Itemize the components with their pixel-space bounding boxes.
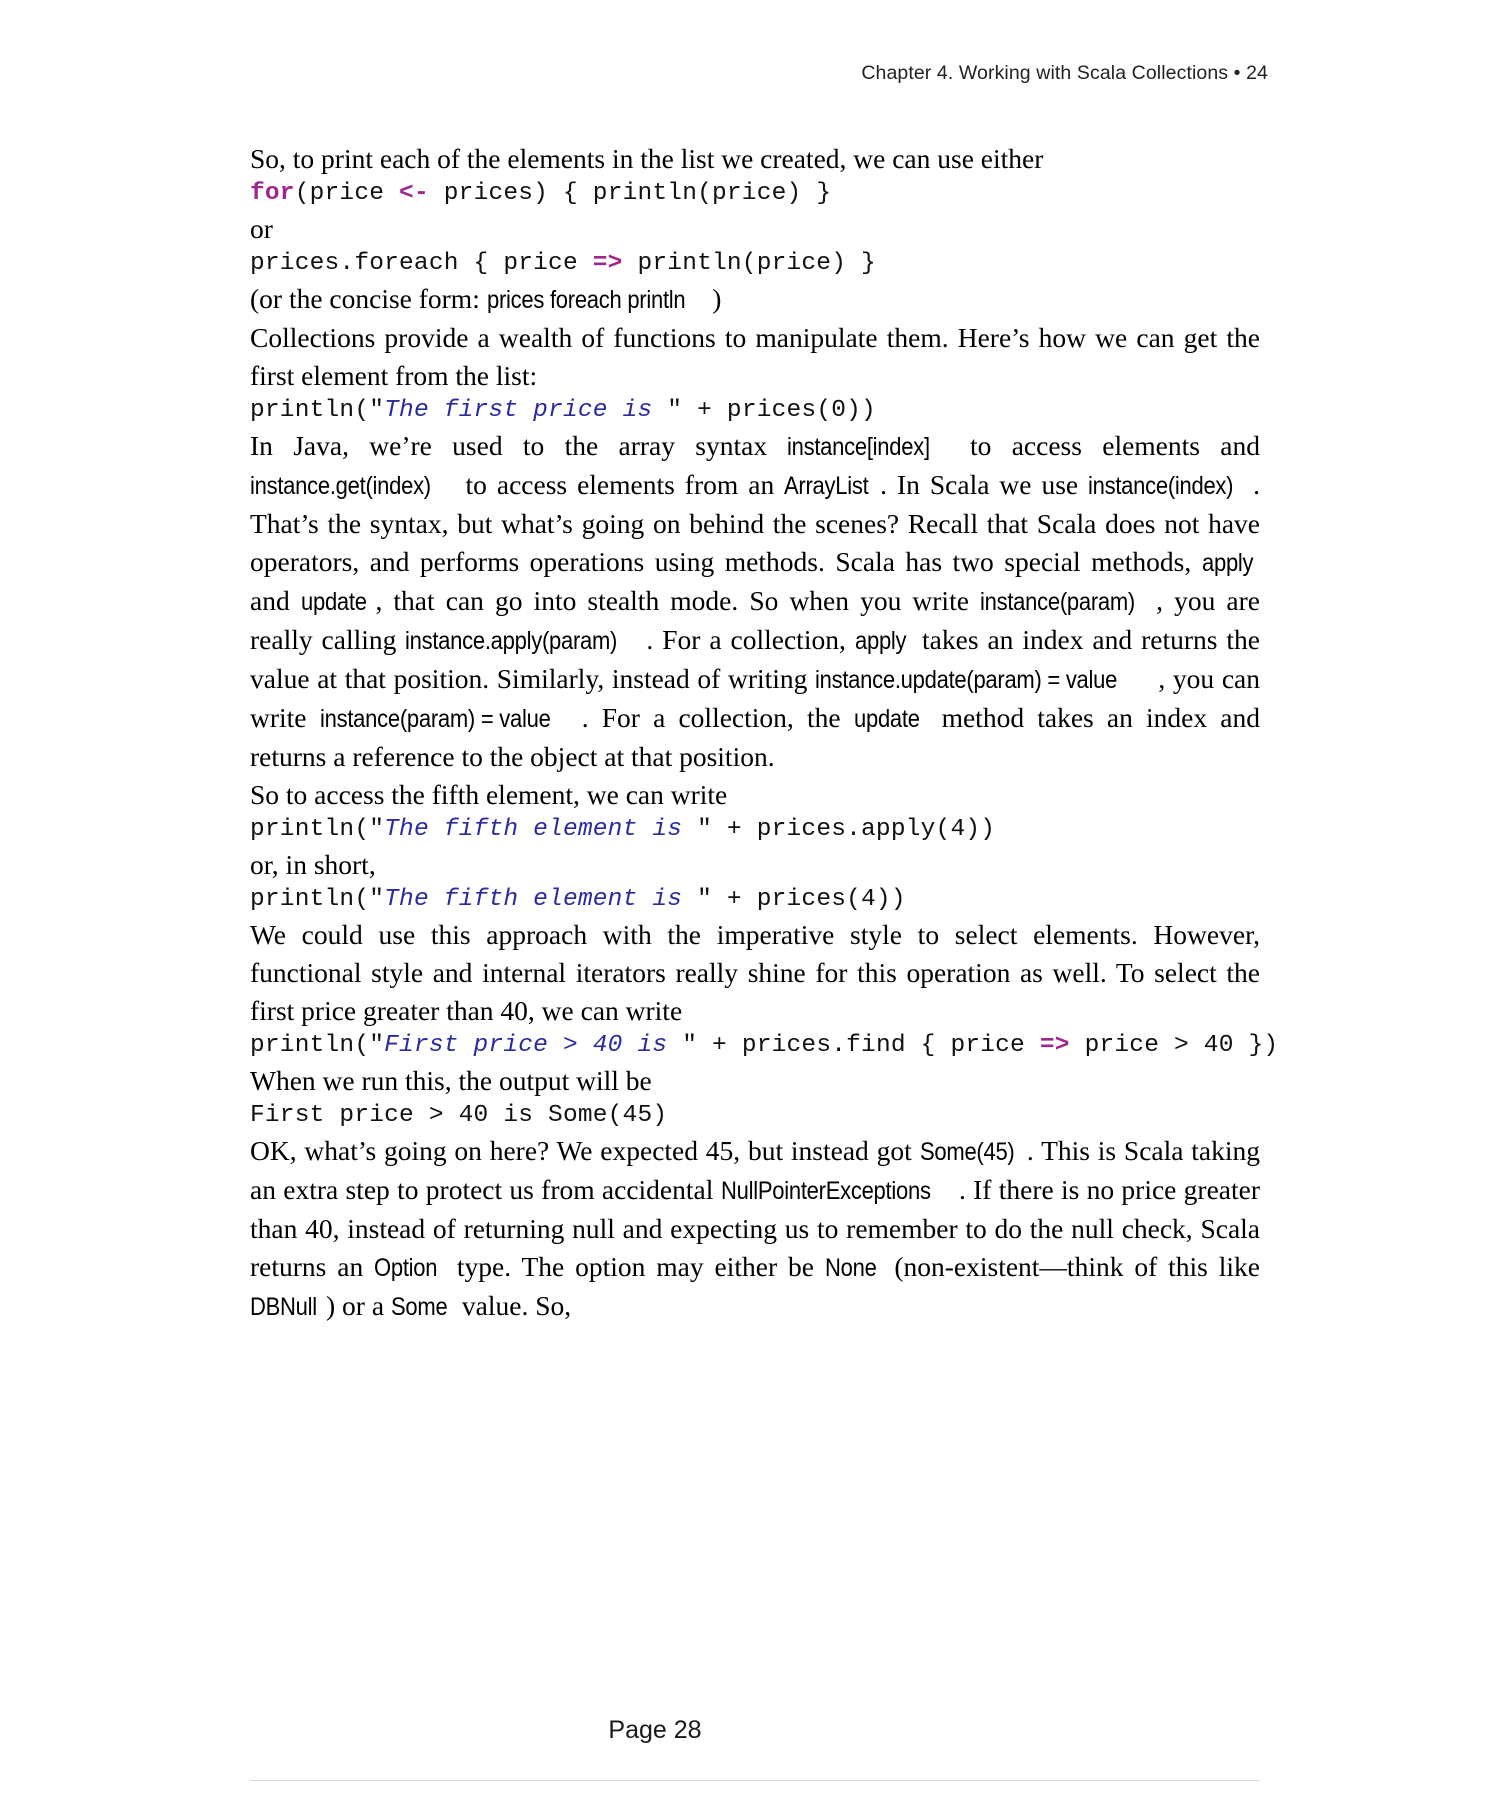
inline-code-instance-get-index: instance.get(index) <box>250 472 431 500</box>
inline-code-instance-param: instance(param) <box>980 588 1136 616</box>
text-fragment: . For a collection, <box>646 624 855 655</box>
paragraph-fifth-element: So to access the fifth element, we can w… <box>250 779 728 810</box>
text-fragment: . For a collection, the <box>581 702 854 733</box>
page-content: So, to print each of the elements in the… <box>250 140 1278 1326</box>
text-fragment: In Java, we’re used to the array syntax <box>250 430 788 461</box>
code-block-fifth-apply: println("The fifth element is " + prices… <box>250 814 1260 846</box>
code-string-literal: The first price is <box>384 397 668 424</box>
code-quote: " <box>369 816 385 843</box>
text-fragment: ) or a <box>326 1290 391 1321</box>
paragraph-or-in-short: or, in short, <box>250 849 376 880</box>
text-fragment: (non-existent—think of this like <box>883 1251 1260 1282</box>
code-text: + prices(0)) <box>682 397 876 424</box>
code-text: println( <box>250 397 370 424</box>
code-keyword-for: for <box>250 180 295 207</box>
code-block-fifth-short: println("The fifth element is " + prices… <box>250 884 1260 916</box>
code-block-find-price: println("First price > 40 is " + prices.… <box>250 1030 1278 1062</box>
code-quote: " <box>697 886 712 913</box>
text-fragment: (or the concise form: <box>250 283 487 314</box>
code-text: price > 40 }) <box>1069 1032 1279 1059</box>
code-quote: " <box>369 397 385 424</box>
page-footer: Page 28 <box>608 1716 702 1744</box>
code-operator-arrow-left: <- <box>399 180 429 207</box>
code-quote: " <box>667 397 683 424</box>
code-text: + prices.find { price <box>697 1032 1040 1059</box>
paragraph-collections-wealth: Collections provide a wealth of function… <box>250 322 1260 391</box>
code-quote: " <box>369 1032 385 1059</box>
text-fragment: value. So, <box>455 1290 572 1321</box>
inline-code-update: update <box>300 588 367 616</box>
code-operator-fat-arrow: => <box>592 250 623 277</box>
code-quote: " <box>697 816 712 843</box>
paragraph-or: or <box>250 213 273 244</box>
text-fragment: , that can go into stealth mode. So when… <box>375 585 980 616</box>
text-fragment: OK, what’s going on here? We expected 45… <box>250 1135 920 1166</box>
code-block-foreach: prices.foreach { price => println(price)… <box>250 248 1260 280</box>
inline-code-some: Some <box>390 1293 448 1321</box>
paragraph-java-array-syntax: In Java, we’re used to the array syntax … <box>250 427 1260 776</box>
document-page: Chapter 4. Working with Scala Collection… <box>0 0 1500 1799</box>
code-block-for-loop: for(price <- prices) { println(price) } <box>250 178 1260 210</box>
paragraph-concise-form: (or the concise form: prices foreach pri… <box>250 280 1260 319</box>
paragraph-imperative-style: We could use this approach with the impe… <box>250 919 1260 1026</box>
code-text: (price <box>294 180 400 207</box>
code-string-literal: The fifth element is <box>384 886 698 913</box>
inline-code-instance-param-value: instance(param) = value <box>319 705 551 733</box>
text-fragment: ) <box>712 283 722 314</box>
running-head: Chapter 4. Working with Scala Collection… <box>861 62 1268 84</box>
inline-code-update-2: update <box>853 705 920 733</box>
code-text: println( <box>250 816 370 843</box>
paragraph-intro: So, to print each of the elements in the… <box>250 143 1044 174</box>
code-block-first-price: println("The first price is " + prices(0… <box>250 395 1260 427</box>
code-text: First price > 40 is Some(45) <box>250 1102 668 1129</box>
code-text: println(price) } <box>622 250 876 277</box>
code-text: prices) { println(price) } <box>428 180 832 207</box>
code-text: println( <box>250 886 370 913</box>
code-quote: " <box>369 886 385 913</box>
inline-code-apply-2: apply <box>854 627 907 655</box>
code-string-literal: The fifth element is <box>384 816 698 843</box>
inline-code-dbnull: DBNull <box>250 1293 317 1321</box>
paragraph-option-explanation: OK, what’s going on here? We expected 45… <box>250 1132 1260 1326</box>
inline-code-apply: apply <box>1201 549 1254 577</box>
inline-code-some-45: Some(45) <box>919 1138 1015 1166</box>
inline-code-none: None <box>824 1254 877 1282</box>
inline-code-instance-apply-param: instance.apply(param) <box>405 627 618 655</box>
code-quote: " <box>682 1032 698 1059</box>
inline-code-arraylist: ArrayList <box>784 472 869 500</box>
paragraph-output-will-be: When we run this, the output will be <box>250 1065 652 1096</box>
inline-code-prices-foreach-println: prices foreach println <box>486 286 686 314</box>
code-text: + prices(4)) <box>712 886 906 913</box>
text-fragment: and <box>250 585 301 616</box>
code-text: + prices.apply(4)) <box>712 816 996 843</box>
inline-code-nullpointerexceptions: NullPointerExceptions <box>720 1177 931 1205</box>
code-operator-fat-arrow-2: => <box>1039 1032 1070 1059</box>
code-string-literal: First price > 40 is <box>384 1032 683 1059</box>
code-text: println( <box>250 1032 370 1059</box>
text-fragment: type. The option may either be <box>445 1251 825 1282</box>
footer-divider <box>250 1780 1260 1781</box>
inline-code-instance-index-parens: instance(index) <box>1088 472 1234 500</box>
inline-code-option: Option <box>374 1254 438 1282</box>
inline-code-instance-index-brackets: instance[index] <box>787 433 931 461</box>
text-fragment: to access elements from an <box>455 469 785 500</box>
text-fragment: to access elements and <box>949 430 1260 461</box>
code-text: prices.foreach { price <box>250 250 593 277</box>
text-fragment: . In Scala we use <box>880 469 1089 500</box>
inline-code-instance-update-param-value: instance.update(param) = value <box>815 666 1118 694</box>
code-block-output: First price > 40 is Some(45) <box>250 1100 1260 1132</box>
